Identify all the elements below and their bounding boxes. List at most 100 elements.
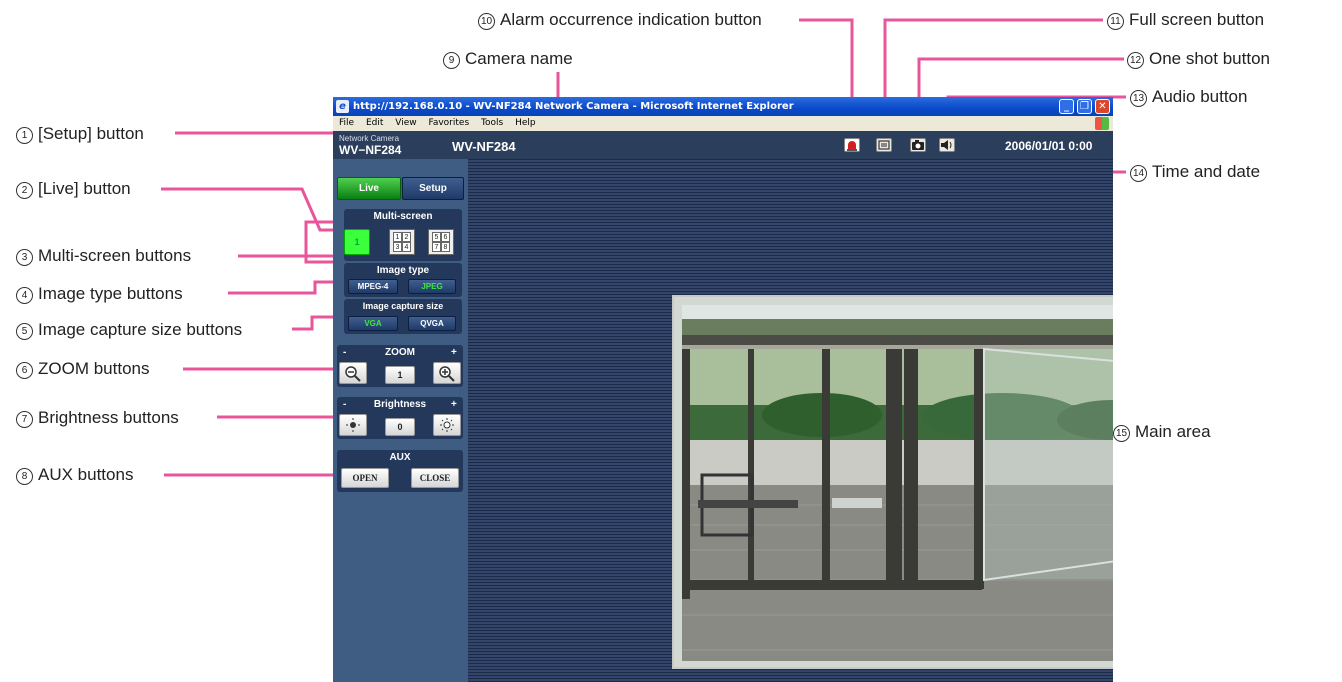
browser-window: e http://192.168.0.10 - WV-NF284 Network…: [333, 97, 1113, 682]
aux-close-button[interactable]: CLOSE: [411, 468, 459, 488]
close-button[interactable]: ✕: [1095, 99, 1110, 114]
callout-capture-size: 5 Image capture size buttons: [16, 320, 242, 340]
zoom-plus-label: +: [451, 347, 457, 358]
callout-image-type: 4 Image type buttons: [16, 284, 183, 304]
aux-group: AUX OPEN CLOSE: [337, 450, 463, 492]
menu-help[interactable]: Help: [515, 118, 536, 128]
brightness-title: Brightness: [373, 399, 427, 410]
speaker-icon: [941, 140, 952, 150]
callout-text: ZOOM buttons: [38, 359, 150, 378]
quad-cell: 4: [402, 242, 411, 252]
alarm-indication-button[interactable]: [844, 138, 860, 152]
callout-text: Time and date: [1152, 162, 1261, 181]
callout-number: 9: [443, 52, 460, 69]
zoom-value-button[interactable]: 1: [385, 366, 415, 384]
callout-number: 12: [1127, 52, 1144, 69]
callout-text: Audio button: [1152, 87, 1248, 106]
brightness-plus-label: +: [451, 399, 457, 410]
control-sidebar: Live Setup Multi-screen 1 1234 5678 Imag…: [333, 159, 468, 682]
callout-aux: 8 AUX buttons: [16, 465, 133, 485]
callout-number: 2: [16, 182, 33, 199]
brightness-down-icon: [346, 418, 360, 432]
quad-cell: 6: [441, 232, 450, 242]
menu-edit[interactable]: Edit: [366, 118, 383, 128]
live-button[interactable]: Live: [337, 177, 401, 200]
single-screen-button[interactable]: 1: [344, 229, 370, 255]
ie-icon: e: [336, 100, 349, 113]
callout-number: 11: [1107, 13, 1124, 30]
zoom-in-icon: [439, 366, 455, 382]
windows-logo-icon: [1095, 117, 1109, 130]
vga-button[interactable]: VGA: [348, 316, 398, 331]
full-screen-button[interactable]: [876, 138, 892, 152]
camera-header: Network Camera WV−NF284 WV-NF284 2006/01…: [333, 131, 1113, 159]
aux-open-button[interactable]: OPEN: [341, 468, 389, 488]
callout-number: 4: [16, 287, 33, 304]
image-type-title: Image type: [376, 265, 430, 276]
multiscreen-group: Multi-screen 1 1234 5678: [344, 209, 462, 261]
callout-number: 14: [1130, 165, 1147, 182]
callout-text: Camera name: [465, 49, 573, 68]
camera-image-frame: [672, 295, 1113, 669]
capture-size-title: Image capture size: [362, 301, 444, 311]
one-shot-button[interactable]: [910, 138, 926, 152]
capture-size-group: Image capture size VGA QVGA: [344, 299, 462, 334]
callout-one-shot: 12 One shot button: [1127, 49, 1270, 69]
callout-number: 5: [16, 323, 33, 340]
menu-favorites[interactable]: Favorites: [428, 118, 469, 128]
multiscreen-title: Multi-screen: [373, 211, 433, 222]
camera-icon: [912, 140, 924, 150]
callout-text: Image capture size buttons: [38, 320, 243, 339]
audio-button[interactable]: [939, 138, 955, 152]
full-screen-icon: [878, 140, 890, 150]
quad-cell: 2: [402, 232, 411, 242]
quad-cell: 8: [441, 242, 450, 252]
menu-file[interactable]: File: [339, 118, 354, 128]
callout-text: Multi-screen buttons: [38, 246, 192, 265]
callout-multiscreen: 3 Multi-screen buttons: [16, 246, 191, 266]
camera-image: [682, 305, 1113, 661]
setup-button[interactable]: Setup: [402, 177, 464, 200]
product-type: Network Camera: [339, 134, 400, 143]
zoom-in-button[interactable]: [433, 362, 461, 384]
callout-number: 1: [16, 127, 33, 144]
image-type-group: Image type MPEG-4 JPEG: [344, 263, 462, 297]
callout-number: 13: [1130, 90, 1147, 107]
jpeg-button[interactable]: JPEG: [408, 279, 456, 294]
menu-bar: File Edit View Favorites Tools Help: [333, 116, 1113, 131]
qvga-button[interactable]: QVGA: [408, 316, 456, 331]
mpeg4-button[interactable]: MPEG-4: [348, 279, 398, 294]
brightness-group: - Brightness + 0: [337, 397, 463, 439]
callout-text: Main area: [1135, 422, 1211, 441]
brightness-up-button[interactable]: [433, 414, 461, 436]
lobby-scene: [682, 305, 1113, 661]
camera-name: WV-NF284: [452, 139, 516, 154]
zoom-title: ZOOM: [385, 347, 415, 358]
callout-live-button: 2 [Live] button: [16, 179, 131, 199]
quad-screen-1-4-button[interactable]: 1234: [389, 229, 415, 255]
callout-main-area: 15 Main area: [1113, 422, 1211, 442]
product-model: WV−NF284: [339, 143, 402, 157]
callout-zoom: 6 ZOOM buttons: [16, 359, 149, 379]
callout-text: [Setup] button: [38, 124, 144, 143]
zoom-out-button[interactable]: [339, 362, 367, 384]
brightness-down-button[interactable]: [339, 414, 367, 436]
callout-text: Image type buttons: [38, 284, 183, 303]
quad-cell: 3: [393, 242, 402, 252]
menu-view[interactable]: View: [395, 118, 416, 128]
callout-number: 8: [16, 468, 33, 485]
zoom-out-icon: [345, 366, 361, 382]
quad-screen-5-8-button[interactable]: 5678: [428, 229, 454, 255]
quad-cell: 1: [393, 232, 402, 242]
menu-tools[interactable]: Tools: [481, 118, 503, 128]
brightness-value-button[interactable]: 0: [385, 418, 415, 436]
callout-number: 7: [16, 411, 33, 428]
callout-full-screen: 11 Full screen button: [1107, 10, 1264, 30]
callout-number: 15: [1113, 425, 1130, 442]
time-and-date: 2006/01/01 0:00: [1005, 139, 1093, 153]
alarm-icon: [847, 141, 857, 151]
minimize-button[interactable]: _: [1059, 99, 1074, 114]
callout-number: 10: [478, 13, 495, 30]
callout-text: One shot button: [1149, 49, 1270, 68]
restore-button[interactable]: ❐: [1077, 99, 1092, 114]
